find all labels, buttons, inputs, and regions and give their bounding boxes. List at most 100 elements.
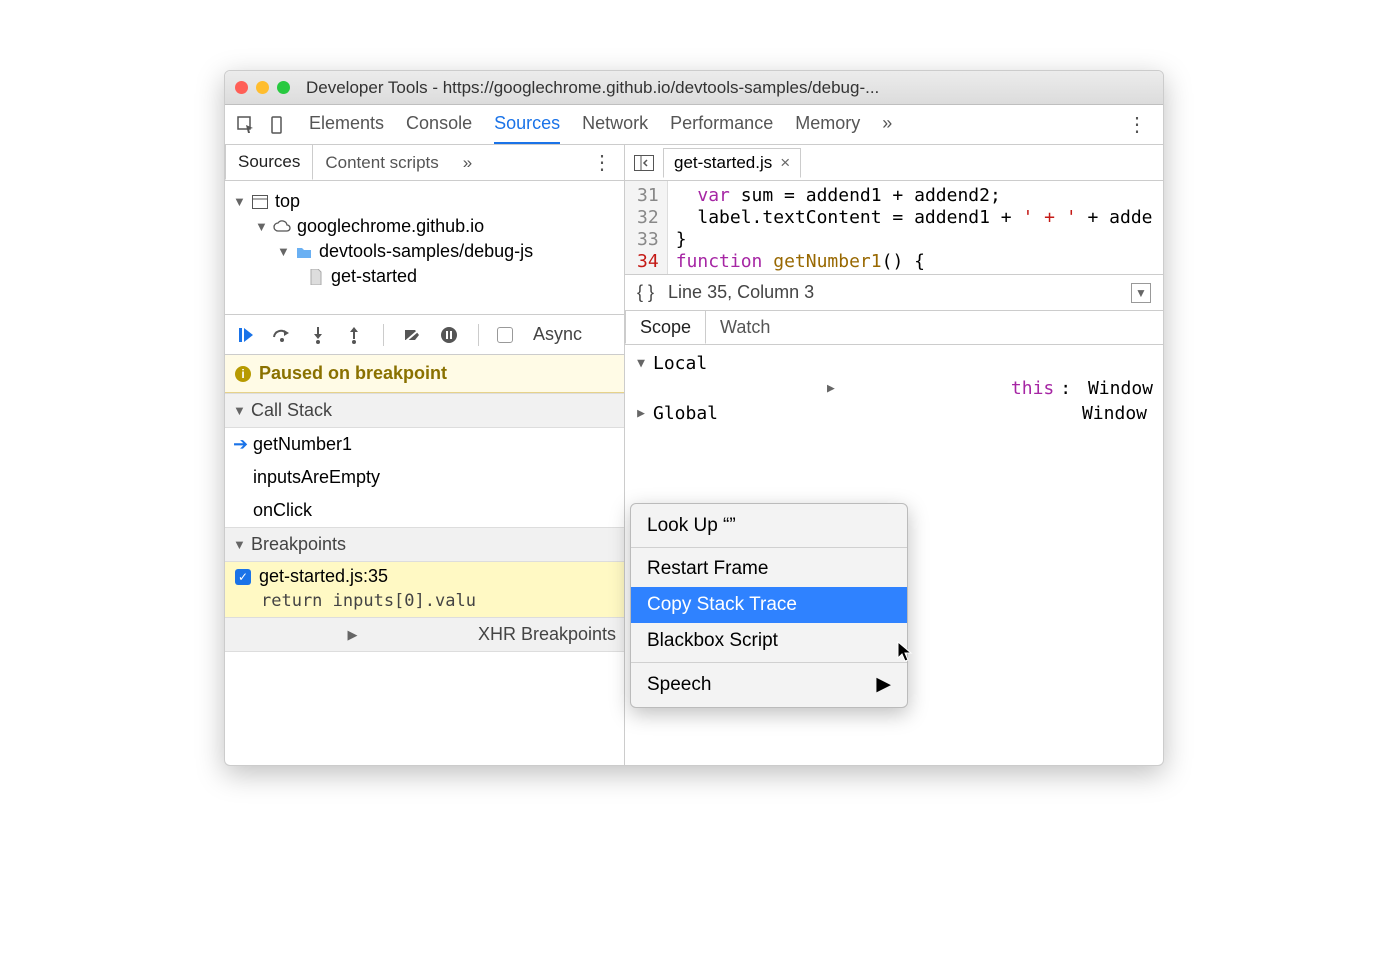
tab-elements[interactable]: Elements — [309, 105, 384, 144]
scope-local[interactable]: Local — [635, 351, 1153, 376]
scope-local-label: Local — [653, 353, 707, 374]
tabs-overflow-icon[interactable]: » — [882, 105, 892, 144]
deactivate-breakpoints-icon[interactable] — [402, 324, 424, 346]
scope-tab-watch[interactable]: Watch — [706, 311, 784, 344]
current-frame-arrow-icon: ➔ — [233, 434, 248, 455]
editor-status: { } Line 35, Column 3 ▼ — [625, 275, 1163, 311]
window-controls — [235, 81, 290, 94]
scope-global-value: Window — [1082, 403, 1147, 424]
info-icon: i — [235, 366, 251, 382]
tab-memory[interactable]: Memory — [795, 105, 860, 144]
callstack-title: Call Stack — [251, 400, 332, 421]
left-panel: Sources Content scripts » ⋮ top googlech… — [225, 145, 625, 765]
callstack-frame-current[interactable]: ➔ getNumber1 — [225, 428, 624, 461]
tree-folder-label: devtools-samples/debug-js — [319, 241, 533, 262]
async-label: Async — [533, 324, 582, 345]
breakpoint-label: get-started.js:35 — [259, 566, 388, 587]
navigator-tabs: Sources Content scripts » ⋮ — [225, 145, 624, 181]
scope-tab-scope[interactable]: Scope — [625, 311, 706, 344]
navigator-tab-content-scripts[interactable]: Content scripts — [313, 145, 450, 180]
main-toolbar: Elements Console Sources Network Perform… — [225, 105, 1163, 145]
context-speech[interactable]: Speech ▶ — [631, 666, 907, 703]
callstack-frame-label: getNumber1 — [253, 434, 352, 455]
breakpoints-header[interactable]: Breakpoints — [225, 527, 624, 562]
breakpoint-code: return inputs[0].valu — [235, 587, 614, 613]
navigator-kebab-icon[interactable]: ⋮ — [586, 150, 618, 175]
close-tab-icon[interactable]: × — [780, 153, 790, 173]
tree-file-label: get-started — [331, 266, 417, 287]
scope-global-label: Global — [653, 403, 718, 424]
callstack-frame[interactable]: inputsAreEmpty — [225, 461, 624, 494]
paused-banner: i Paused on breakpoint — [225, 355, 624, 393]
context-menu: Look Up “” Restart Frame Copy Stack Trac… — [630, 503, 908, 708]
tree-top[interactable]: top — [233, 189, 616, 214]
device-icon[interactable] — [267, 114, 289, 136]
titlebar: Developer Tools - https://googlechrome.g… — [225, 71, 1163, 105]
callstack-frame-label: inputsAreEmpty — [253, 467, 380, 488]
tree-domain[interactable]: googlechrome.github.io — [233, 214, 616, 239]
code-editor[interactable]: 31323334 var sum = addend1 + addend2; la… — [625, 181, 1163, 275]
step-over-icon[interactable] — [271, 324, 293, 346]
tab-console[interactable]: Console — [406, 105, 472, 144]
debugger-toolbar: Async — [225, 315, 624, 355]
scope-this-value: Window — [1088, 378, 1153, 399]
file-icon — [307, 268, 325, 286]
window-icon — [251, 193, 269, 211]
editor-dropdown-icon[interactable]: ▼ — [1131, 283, 1151, 303]
scope-global[interactable]: Global Window — [635, 401, 1153, 426]
main-tabs: Elements Console Sources Network Perform… — [309, 105, 1111, 144]
line-gutter: 31323334 — [625, 181, 668, 274]
tree-top-label: top — [275, 191, 300, 212]
inspect-icon[interactable] — [235, 114, 257, 136]
cloud-icon — [273, 218, 291, 236]
code-content: var sum = addend1 + addend2; label.textC… — [668, 181, 1161, 274]
toggle-navigator-icon[interactable] — [633, 152, 655, 174]
zoom-window-icon[interactable] — [277, 81, 290, 94]
tree-file[interactable]: get-started — [233, 264, 616, 289]
navigator-tabs-overflow-icon[interactable]: » — [451, 145, 484, 180]
tree-domain-label: googlechrome.github.io — [297, 216, 484, 237]
tree-folder[interactable]: devtools-samples/debug-js — [233, 239, 616, 264]
folder-icon — [295, 243, 313, 261]
callstack-header[interactable]: Call Stack — [225, 393, 624, 428]
scope-this-label: this — [1011, 378, 1054, 399]
step-out-icon[interactable] — [343, 324, 365, 346]
resume-icon[interactable] — [235, 324, 257, 346]
submenu-arrow-icon: ▶ — [876, 673, 891, 696]
tab-performance[interactable]: Performance — [670, 105, 773, 144]
editor-tab-label: get-started.js — [674, 153, 772, 173]
step-into-icon[interactable] — [307, 324, 329, 346]
async-checkbox[interactable] — [497, 327, 513, 343]
context-copy-stack-trace[interactable]: Copy Stack Trace — [631, 587, 907, 623]
paused-text: Paused on breakpoint — [259, 363, 447, 384]
xhr-breakpoints-title: XHR Breakpoints — [478, 624, 616, 645]
tab-sources[interactable]: Sources — [494, 105, 560, 144]
context-speech-label: Speech — [647, 674, 711, 696]
close-window-icon[interactable] — [235, 81, 248, 94]
window-title: Developer Tools - https://googlechrome.g… — [306, 78, 879, 98]
breakpoint-checkbox[interactable]: ✓ — [235, 569, 251, 585]
context-lookup[interactable]: Look Up “” — [631, 508, 907, 544]
scope-panel: Local this: Window Global Window — [625, 345, 1163, 432]
scope-tabs: Scope Watch — [625, 311, 1163, 345]
devtools-window: Developer Tools - https://googlechrome.g… — [224, 70, 1164, 766]
cursor-position: Line 35, Column 3 — [668, 282, 814, 303]
navigator-tab-sources[interactable]: Sources — [225, 145, 313, 180]
xhr-breakpoints-header[interactable]: XHR Breakpoints — [225, 617, 624, 652]
editor-tabbar: get-started.js × — [625, 145, 1163, 181]
tab-network[interactable]: Network — [582, 105, 648, 144]
breakpoints-title: Breakpoints — [251, 534, 346, 555]
callstack-frame-label: onClick — [253, 500, 312, 521]
editor-tab[interactable]: get-started.js × — [663, 148, 801, 178]
context-restart-frame[interactable]: Restart Frame — [631, 551, 907, 587]
cursor-icon — [897, 641, 915, 663]
format-icon[interactable]: { } — [637, 282, 654, 303]
breakpoint-item[interactable]: ✓ get-started.js:35 return inputs[0].val… — [225, 562, 624, 617]
pause-exceptions-icon[interactable] — [438, 324, 460, 346]
context-blackbox-script[interactable]: Blackbox Script — [631, 623, 907, 659]
minimize-window-icon[interactable] — [256, 81, 269, 94]
scope-this[interactable]: this: Window — [635, 376, 1153, 401]
file-tree: top googlechrome.github.io devtools-samp… — [225, 181, 624, 315]
callstack-frame[interactable]: onClick — [225, 494, 624, 527]
kebab-menu-icon[interactable]: ⋮ — [1121, 112, 1153, 137]
